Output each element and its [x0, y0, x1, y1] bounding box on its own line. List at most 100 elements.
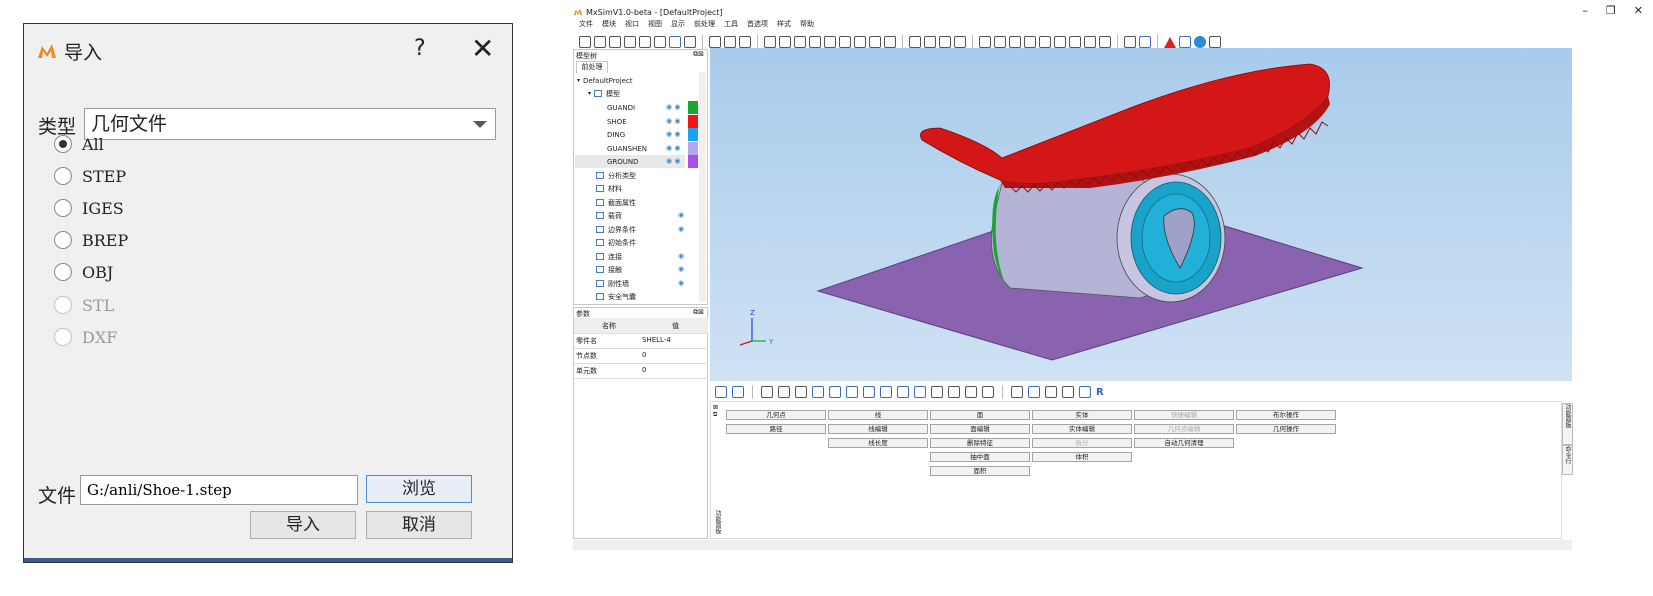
menu-module[interactable]: 模块 — [602, 19, 616, 29]
file-path-input[interactable] — [80, 475, 358, 505]
view-iso-icon[interactable] — [1069, 36, 1081, 48]
tree-part-shoe[interactable]: SHOE — [607, 115, 627, 128]
gear-icon[interactable] — [1011, 386, 1023, 398]
tree-airbag[interactable]: 安全气囊 — [596, 290, 636, 303]
layers-icon[interactable] — [863, 386, 875, 398]
visibility-icon[interactable]: ◉ — [678, 265, 684, 273]
warning-icon[interactable] — [1164, 36, 1176, 48]
link-icon[interactable] — [812, 386, 824, 398]
tab-preprocess[interactable]: 前处理 — [576, 61, 608, 73]
shaded-edges-icon[interactable] — [954, 36, 966, 48]
save-icon[interactable] — [609, 36, 621, 48]
fit-view-icon[interactable] — [764, 36, 776, 48]
select-icon[interactable] — [724, 36, 736, 48]
tree-part-ding[interactable]: DING — [607, 128, 625, 141]
contact-icon[interactable] — [897, 386, 909, 398]
mesh-icon[interactable] — [732, 386, 744, 398]
tree-part-guanshen[interactable]: GUANSHEN — [607, 142, 647, 155]
close-button[interactable]: ✕ — [1634, 4, 1643, 17]
btn-volume[interactable]: 体积 — [1032, 452, 1132, 462]
rotate-z-icon[interactable] — [839, 36, 851, 48]
visibility-icon[interactable]: ◉ ◉ — [666, 117, 680, 125]
btn-geom-op[interactable]: 几何操作 — [1236, 424, 1336, 434]
point-icon[interactable] — [795, 386, 807, 398]
radio-brep[interactable]: BREP — [54, 228, 128, 252]
tree-scrollbar[interactable] — [699, 72, 706, 302]
help-button[interactable]: ? — [414, 36, 426, 61]
boundary-icon[interactable] — [880, 386, 892, 398]
btn-line-length[interactable]: 线长度 — [828, 438, 928, 448]
solid-icon[interactable] — [715, 386, 727, 398]
view-left-icon[interactable] — [1009, 36, 1021, 48]
tree-section[interactable]: 截面属性 — [596, 196, 636, 209]
import-icon[interactable] — [624, 36, 636, 48]
layers-icon[interactable] — [1139, 36, 1151, 48]
table-row[interactable]: 单元数 0 — [574, 363, 708, 379]
tree-geometry[interactable]: ▾ 模型 — [588, 87, 620, 100]
r-icon[interactable]: R — [1096, 387, 1104, 398]
btn-boolean[interactable]: 布尔操作 — [1236, 410, 1336, 420]
rotate-y-icon[interactable] — [824, 36, 836, 48]
output-icon[interactable] — [965, 386, 977, 398]
axis-icon[interactable] — [761, 386, 773, 398]
beam-icon[interactable] — [778, 386, 790, 398]
curve-icon[interactable] — [1062, 386, 1074, 398]
radio-button[interactable] — [54, 231, 72, 249]
grid-icon[interactable] — [1028, 386, 1040, 398]
rotate-icon[interactable] — [794, 36, 806, 48]
btn-mid-surface[interactable]: 抽中面 — [930, 452, 1030, 462]
table-row[interactable]: 零件名 SHELL-4 — [574, 333, 708, 349]
3d-viewport[interactable]: Z Y — [710, 48, 1572, 381]
visibility-icon[interactable]: ◉ — [678, 225, 684, 233]
airbag-icon[interactable] — [931, 386, 943, 398]
menu-preferences[interactable]: 首选项 — [747, 19, 768, 29]
visibility-icon[interactable]: ◉ ◉ — [666, 157, 680, 165]
hidden-line-icon[interactable] — [924, 36, 936, 48]
view-top-icon[interactable] — [1039, 36, 1051, 48]
flag-icon[interactable] — [1084, 36, 1096, 48]
restore-button[interactable]: ❐ — [1606, 4, 1616, 17]
zoom-out-icon[interactable] — [884, 36, 896, 48]
hexagon-icon[interactable] — [1209, 36, 1221, 48]
edit-icon[interactable] — [654, 36, 666, 48]
visibility-icon[interactable]: ◉ ◉ — [666, 130, 680, 138]
panel-float-close-icon[interactable]: ⧉⊠ — [693, 50, 704, 59]
radio-button[interactable] — [54, 135, 72, 153]
btn-area[interactable]: 面积 — [930, 466, 1030, 476]
load-icon[interactable] — [829, 386, 841, 398]
rotate-x-icon[interactable] — [809, 36, 821, 48]
panel-float-close-icon[interactable]: ⊠ ⧉ — [713, 404, 718, 419]
btn-path[interactable]: 路径 — [726, 424, 826, 434]
plane-icon[interactable] — [1079, 386, 1091, 398]
cancel-button[interactable]: 取消 — [366, 511, 472, 539]
frame-icon[interactable] — [1179, 36, 1191, 48]
view-bottom-icon[interactable] — [1054, 36, 1066, 48]
center-icon[interactable] — [854, 36, 866, 48]
tree-connection[interactable]: 连接 — [596, 250, 622, 263]
wireframe-icon[interactable] — [909, 36, 921, 48]
btn-solid-edit[interactable]: 实体编辑 — [1032, 424, 1132, 434]
close-icon[interactable]: ✕ — [471, 32, 494, 65]
tree-part-guandi[interactable]: GUANDI — [607, 101, 635, 114]
menu-view[interactable]: 视图 — [648, 19, 662, 29]
tab-command-line[interactable]: 命令行 — [1562, 445, 1573, 475]
menu-display[interactable]: 显示 — [671, 19, 685, 29]
screenshot-icon[interactable] — [669, 36, 681, 48]
tree-analysis-type[interactable]: 分析类型 — [596, 169, 636, 182]
color-swatch[interactable] — [688, 101, 698, 114]
param-value[interactable]: SHELL-4 — [642, 336, 671, 344]
zoom-target-icon[interactable] — [779, 36, 791, 48]
visibility-icon[interactable]: ◉ — [678, 252, 684, 260]
tree-boundary[interactable]: 边界条件 — [596, 223, 636, 236]
color-swatch[interactable] — [688, 115, 698, 128]
color-swatch[interactable] — [688, 128, 698, 141]
visibility-icon[interactable]: ◉ ◉ — [666, 144, 680, 152]
visibility-icon[interactable]: ◉ — [678, 211, 684, 219]
tree-initial[interactable]: 初始条件 — [596, 236, 636, 249]
import-button[interactable]: 导入 — [250, 511, 356, 539]
btn-auto-clean[interactable]: 自动几何清理 — [1134, 438, 1234, 448]
pan-icon[interactable] — [739, 36, 751, 48]
btn-line-edit[interactable]: 线编辑 — [828, 424, 928, 434]
btn-surface-edit[interactable]: 面编辑 — [930, 424, 1030, 434]
tree-material[interactable]: 材料 — [596, 182, 622, 195]
